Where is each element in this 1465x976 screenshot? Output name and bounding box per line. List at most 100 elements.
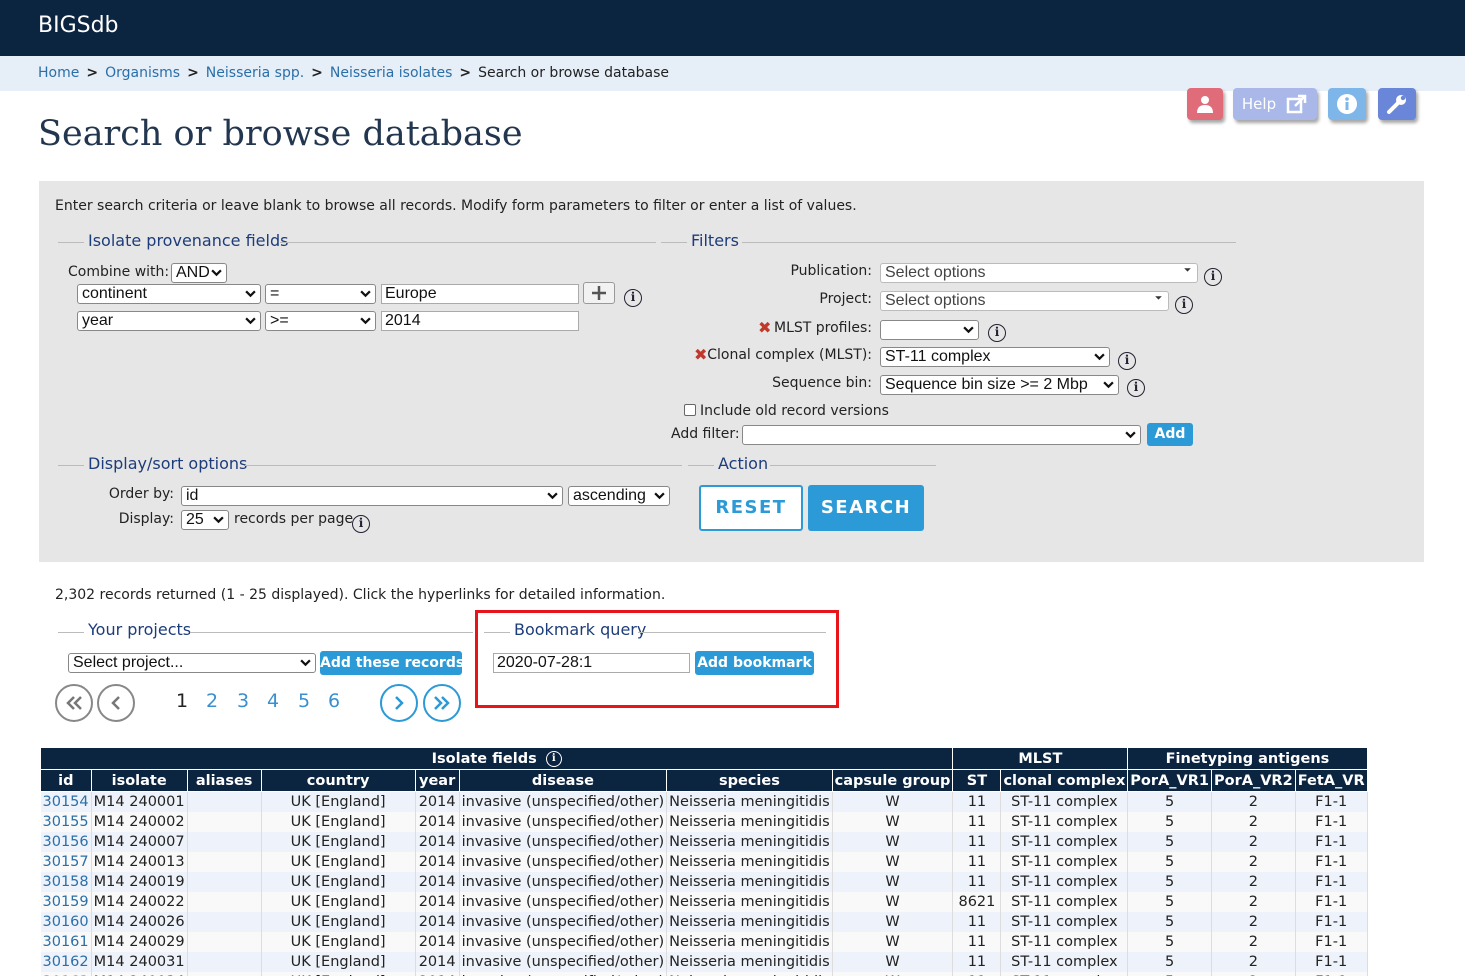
page-2[interactable]: 2 bbox=[206, 690, 218, 712]
isolate-id-link[interactable]: 30159 bbox=[43, 894, 89, 910]
display-legend: Display/sort options bbox=[88, 454, 248, 473]
account-button[interactable] bbox=[1187, 88, 1223, 120]
value-input-2[interactable]: 2014 bbox=[381, 311, 579, 331]
column-header[interactable]: ST bbox=[952, 769, 1002, 792]
column-header[interactable]: disease bbox=[458, 769, 668, 792]
bookmark-name-input[interactable]: 2020-07-28:1 bbox=[493, 653, 690, 673]
field-select-1[interactable]: continent bbox=[77, 284, 261, 304]
isolate-id-link[interactable]: 30156 bbox=[43, 834, 89, 850]
info-icon[interactable]: i bbox=[988, 324, 1006, 342]
remove-filter-icon[interactable]: ✖ bbox=[758, 318, 771, 337]
table-cell: invasive (unspecified/other) bbox=[459, 971, 668, 976]
info-icon[interactable]: i bbox=[352, 515, 370, 533]
add-filter-select[interactable] bbox=[742, 425, 1141, 445]
column-header[interactable]: PorA_VR1 bbox=[1127, 769, 1212, 792]
last-page-button[interactable] bbox=[423, 684, 461, 722]
info-icon[interactable]: i bbox=[1118, 352, 1136, 370]
isolate-id-cell[interactable]: 30161 bbox=[40, 931, 92, 952]
isolate-id-link[interactable]: 30162 bbox=[43, 954, 89, 970]
add-filter-button[interactable]: Add bbox=[1147, 423, 1193, 446]
info-icon[interactable]: i bbox=[1175, 296, 1193, 314]
column-header[interactable]: FetA_VR bbox=[1294, 769, 1368, 792]
isolate-id-link[interactable]: 30155 bbox=[43, 814, 89, 830]
column-header[interactable]: id bbox=[40, 769, 92, 792]
include-old-checkbox[interactable] bbox=[684, 404, 696, 416]
mlst-profiles-select[interactable] bbox=[880, 320, 979, 340]
admin-tools-button[interactable] bbox=[1378, 88, 1416, 120]
table-cell: 5 bbox=[1127, 811, 1212, 832]
value-input-1[interactable]: Europe bbox=[381, 284, 579, 304]
isolate-id-cell[interactable]: 30156 bbox=[40, 831, 92, 852]
column-header[interactable]: capsule group bbox=[831, 769, 954, 792]
table-cell bbox=[187, 951, 262, 972]
column-header[interactable]: species bbox=[666, 769, 833, 792]
column-header[interactable]: PorA_VR2 bbox=[1211, 769, 1296, 792]
breadcrumb-neisseria-isolates[interactable]: Neisseria isolates bbox=[330, 65, 452, 81]
page-6[interactable]: 6 bbox=[328, 690, 340, 712]
add-bookmark-button[interactable]: Add bookmark bbox=[695, 651, 814, 675]
combine-select[interactable]: AND bbox=[171, 263, 227, 283]
order-by-select[interactable]: id bbox=[181, 486, 563, 506]
column-header[interactable]: clonal complex bbox=[1000, 769, 1129, 792]
previous-page-button[interactable] bbox=[97, 684, 135, 722]
column-header[interactable]: isolate bbox=[90, 769, 188, 792]
table-cell: M14 240029 bbox=[91, 931, 188, 952]
table-cell: M14 240031 bbox=[91, 951, 188, 972]
operator-select-1[interactable]: = bbox=[265, 284, 376, 304]
isolate-id-link[interactable]: 30157 bbox=[43, 854, 89, 870]
next-page-button[interactable] bbox=[380, 684, 418, 722]
remove-filter-icon[interactable]: ✖ bbox=[694, 345, 707, 364]
column-header[interactable]: country bbox=[260, 769, 416, 792]
table-cell bbox=[187, 811, 262, 832]
isolate-id-cell[interactable]: 30157 bbox=[40, 851, 92, 872]
isolate-id-cell[interactable]: 30163 bbox=[40, 971, 92, 976]
help-button[interactable]: Help bbox=[1233, 88, 1317, 120]
isolate-id-cell[interactable]: 30160 bbox=[40, 911, 92, 932]
sort-direction-select[interactable]: ascending bbox=[568, 486, 670, 506]
isolate-id-cell[interactable]: 30158 bbox=[40, 871, 92, 892]
sort-direction-value: ascending bbox=[573, 487, 646, 504]
isolate-id-link[interactable]: 30160 bbox=[43, 914, 89, 930]
first-page-button[interactable] bbox=[55, 684, 93, 722]
search-button[interactable]: SEARCH bbox=[808, 485, 924, 531]
table-cell: Neisseria meningitidis bbox=[666, 931, 833, 952]
user-icon bbox=[1197, 96, 1213, 113]
reset-button[interactable]: RESET bbox=[699, 485, 803, 531]
isolate-id-cell[interactable]: 30159 bbox=[40, 891, 92, 912]
column-header[interactable]: year bbox=[414, 769, 460, 792]
clonal-complex-select[interactable]: ST-11 complex bbox=[880, 347, 1110, 367]
publication-select[interactable]: Select options bbox=[880, 263, 1198, 283]
breadcrumb-organisms[interactable]: Organisms bbox=[105, 65, 180, 81]
field-select-2[interactable]: year bbox=[77, 311, 261, 331]
page-5[interactable]: 5 bbox=[298, 690, 310, 712]
info-icon[interactable]: i bbox=[545, 750, 562, 767]
about-button[interactable] bbox=[1328, 88, 1366, 120]
project-select-dropdown[interactable]: Select project... bbox=[68, 653, 316, 673]
project-select-value: Select project... bbox=[73, 654, 184, 671]
isolate-id-link[interactable]: 30154 bbox=[43, 794, 89, 810]
table-cell: UK [England] bbox=[261, 851, 416, 872]
page-3[interactable]: 3 bbox=[237, 690, 249, 712]
isolate-id-link[interactable]: 30161 bbox=[43, 934, 89, 950]
column-header[interactable]: aliases bbox=[186, 769, 262, 792]
add-field-button[interactable] bbox=[583, 282, 615, 304]
info-icon[interactable]: i bbox=[624, 289, 642, 307]
isolate-fields-label: Isolate fields bbox=[431, 750, 537, 767]
isolate-id-link[interactable]: 30158 bbox=[43, 874, 89, 890]
sequence-bin-select[interactable]: Sequence bin size >= 2 Mbp bbox=[880, 375, 1119, 395]
breadcrumb-neisseria-spp[interactable]: Neisseria spp. bbox=[206, 65, 304, 81]
table-cell: 2 bbox=[1211, 811, 1296, 832]
operator-select-2[interactable]: >= bbox=[265, 311, 376, 331]
chevron-down-icon bbox=[360, 317, 371, 325]
isolate-id-cell[interactable]: 30154 bbox=[40, 791, 92, 812]
add-these-records-button[interactable]: Add these records bbox=[320, 651, 464, 675]
project-select[interactable]: Select options bbox=[880, 291, 1169, 311]
isolate-id-cell[interactable]: 30162 bbox=[40, 951, 92, 972]
brand-logo[interactable]: BIGSdb bbox=[38, 13, 119, 38]
records-per-page-select[interactable]: 25 bbox=[181, 510, 229, 530]
breadcrumb-home[interactable]: Home bbox=[38, 65, 79, 81]
info-icon[interactable]: i bbox=[1127, 379, 1145, 397]
page-4[interactable]: 4 bbox=[267, 690, 279, 712]
info-icon[interactable]: i bbox=[1204, 268, 1222, 286]
isolate-id-cell[interactable]: 30155 bbox=[40, 811, 92, 832]
